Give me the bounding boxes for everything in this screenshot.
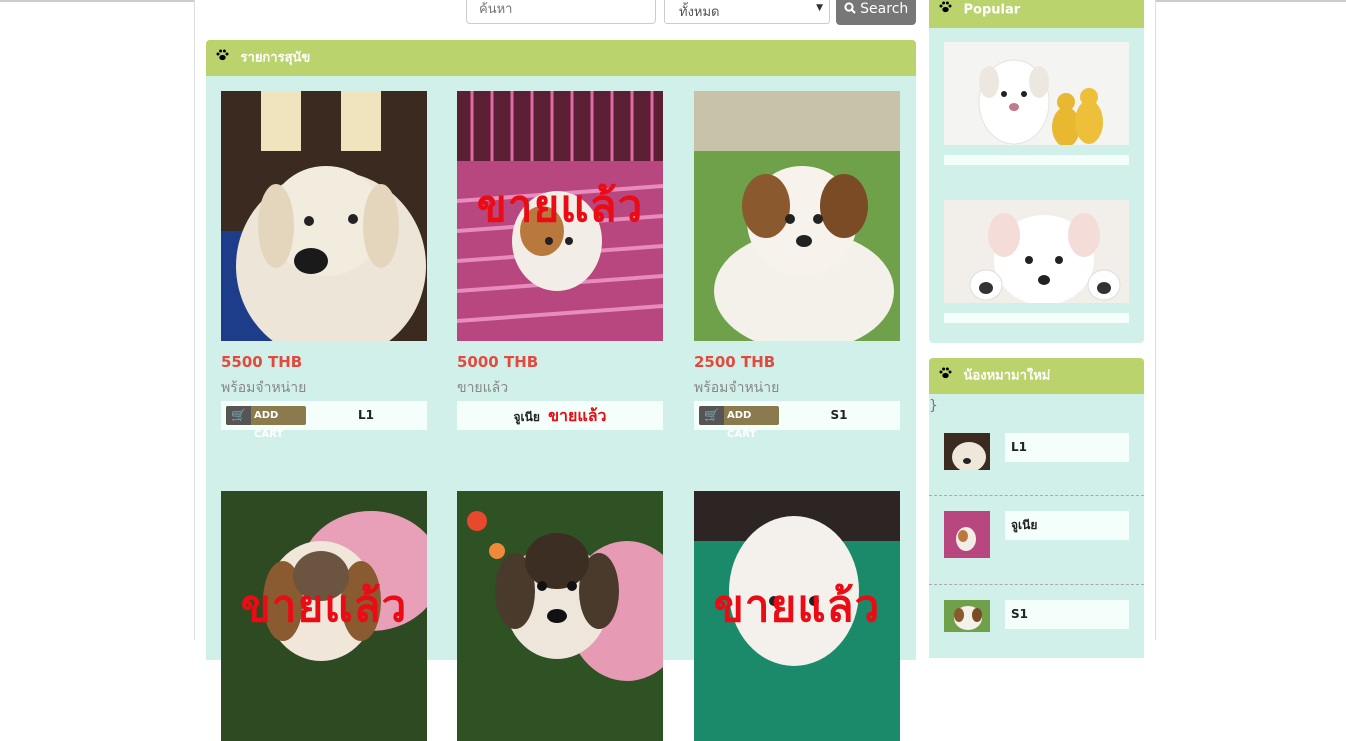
product-photo[interactable] [694,91,900,341]
product-code: S1 [830,408,848,422]
product-photo[interactable] [221,91,427,341]
product-photo[interactable]: ขายแล้ว [457,91,663,341]
dog-list-panel: รายการสุนัข 5500 THB พร้อมจำหน่าย 🛒 ADD … [206,40,916,741]
new-dog-label: จูเนีย [1005,511,1129,540]
product-photo[interactable] [457,491,663,741]
new-dog-thumb [944,433,990,470]
product-code: จูเนีย [513,410,540,424]
product-card: 5500 THB พร้อมจำหน่าย 🛒 ADD CART L1 [221,91,427,440]
product-code: L1 [358,408,374,422]
new-dog-item[interactable]: S1 [929,598,1144,686]
category-select-value: ทั้งหมด [679,5,720,20]
new-dogs-panel: น้องหมามาใหม่ } L1 จูเนีย S1 [929,358,1144,658]
sold-overlay: ขายแล้ว [713,581,881,632]
product-card: 2500 THB พร้อมจำหน่าย 🛒 ADD CART S1 [694,91,900,440]
product-price: 5000 THB [457,353,539,371]
search-input[interactable] [466,0,656,24]
new-dog-thumb [944,511,990,558]
product-card: ขายแล้ว 5000 THB ขายแล้ว จูเนีย ขายแล้ว [457,91,663,430]
add-cart-label: ADD CART [727,410,757,440]
new-dogs-title: น้องหมามาใหม่ [963,368,1051,384]
product-card: ขายแล้ว [694,491,900,741]
paw-icon [939,358,953,394]
product-status: พร้อมจำหน่าย [221,380,307,396]
divider [929,495,1144,496]
popular-caption [944,313,1129,323]
chevron-down-icon: ▼ [816,3,823,13]
product-status: ขายแล้ว [457,380,509,396]
new-dog-item[interactable]: จูเนีย [929,508,1144,596]
sold-info: จูเนีย ขายแล้ว [457,401,663,432]
product-action-bar: จูเนีย ขายแล้ว [457,401,663,430]
product-photo[interactable]: ขายแล้ว [694,491,900,741]
cart-icon: 🛒 [699,406,724,425]
sold-label: ขายแล้ว [548,406,607,425]
new-dog-item[interactable]: L1 [929,428,1144,516]
product-price: 2500 THB [694,353,776,371]
category-select[interactable]: ทั้งหมด ▼ [664,0,830,24]
product-action-bar: 🛒 ADD CART S1 [694,401,900,440]
product-price: 5500 THB [221,353,303,371]
add-cart-label: ADD CART [254,410,284,440]
sold-overlay: ขายแล้ว [240,581,408,632]
popular-photo[interactable] [944,42,1129,145]
new-dog-label: S1 [1005,600,1129,629]
new-dog-thumb [944,600,990,632]
product-photo[interactable]: ขายแล้ว [221,491,427,741]
paw-icon [939,0,953,28]
dog-list-header: รายการสุนัข [206,40,916,76]
product-status: พร้อมจำหน่าย [694,380,780,396]
dog-list-title: รายการสุนัข [240,50,311,66]
divider [929,584,1144,585]
product-card [457,491,663,741]
search-button[interactable]: Search [836,0,916,25]
search-icon [844,1,860,17]
product-action-bar: 🛒 ADD CART L1 [221,401,427,440]
popular-caption [944,155,1129,165]
search-button-label: Search [860,1,909,17]
product-card: ขายแล้ว [221,491,427,741]
cart-icon: 🛒 [226,406,251,425]
new-dog-label: L1 [1005,433,1129,462]
sold-overlay: ขายแล้ว [476,181,644,232]
add-cart-button[interactable]: 🛒 ADD CART [226,406,306,440]
paw-icon [216,40,230,76]
stray-brace-text: } [929,398,938,414]
new-dogs-header: น้องหมามาใหม่ [929,358,1144,394]
popular-photo[interactable] [944,200,1129,303]
popular-header: Popular [929,0,1144,28]
add-cart-button[interactable]: 🛒 ADD CART [699,406,779,440]
popular-title: Popular [963,2,1021,18]
popular-panel: Popular [929,0,1144,343]
